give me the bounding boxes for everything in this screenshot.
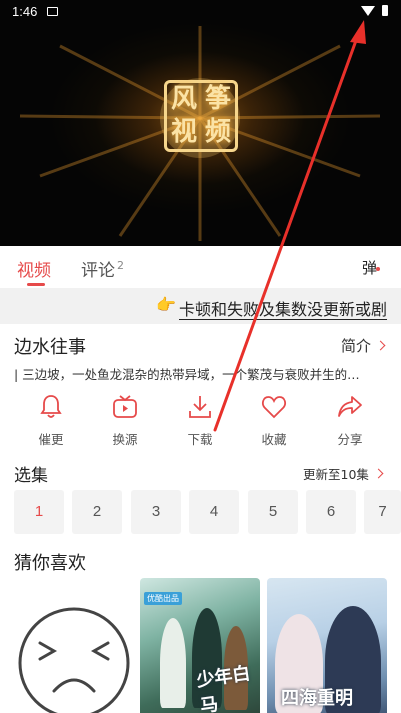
recommend-title: 猜你喜欢 — [14, 553, 86, 574]
share-icon — [338, 396, 362, 417]
logo-char: 风 — [170, 84, 197, 114]
sad-face-icon — [18, 607, 130, 713]
tv-icon — [113, 395, 137, 418]
recommend-poster[interactable]: 四海重明 — [267, 578, 387, 713]
notice-banner[interactable]: 👉 卡顿和失败及集数没更新或剧 — [0, 288, 401, 324]
status-bar: 1:46 — [0, 0, 401, 26]
action-label: 换源 — [112, 432, 138, 447]
logo-char: 视 — [170, 117, 197, 147]
heart-icon — [262, 396, 286, 419]
intro-button[interactable]: 简介 — [341, 335, 386, 356]
episode-item[interactable]: 6 — [306, 490, 356, 534]
poster-title-art: 少年白马 — [195, 663, 252, 713]
chevron-right-icon — [373, 468, 384, 479]
poster-figure — [160, 618, 186, 708]
notice-text: 卡顿和失败及集数没更新或剧 — [179, 300, 388, 319]
switch-source-button[interactable]: 换源 — [95, 394, 155, 448]
logo-char: 筝 — [204, 84, 231, 114]
episode-item[interactable]: 3 — [131, 490, 181, 534]
wifi-icon — [361, 6, 375, 16]
poster-title-art: 四海重明 — [281, 688, 353, 709]
share-button[interactable]: 分享 — [320, 394, 380, 448]
episode-item[interactable]: 1 — [14, 490, 64, 534]
action-label: 收藏 — [261, 432, 287, 447]
tab-comments[interactable]: 评论 2 — [81, 256, 124, 281]
remind-update-button[interactable]: 催更 — [21, 394, 81, 448]
action-label: 下载 — [187, 432, 213, 447]
favorite-button[interactable]: 收藏 — [244, 394, 304, 448]
danmu-dot — [376, 267, 380, 271]
app-screen: 风 筝 视 频 1:46 视频 评论 2 弹 👉 卡顿和失败及集数没更新或剧 边水… — [0, 0, 401, 713]
tab-bar: 视频 评论 2 弹 — [0, 246, 401, 288]
download-icon — [189, 396, 211, 418]
download-button[interactable]: 下载 — [170, 394, 230, 448]
episode-item[interactable]: 2 — [72, 490, 122, 534]
episode-item[interactable]: 4 — [189, 490, 239, 534]
episodes-title: 选集 — [14, 466, 48, 486]
video-player[interactable]: 风 筝 视 频 1:46 — [0, 0, 401, 246]
logo-char: 频 — [204, 117, 231, 147]
action-label: 催更 — [38, 432, 64, 447]
show-title: 边水往事 — [14, 337, 86, 358]
pointing-hand-icon: 👉 — [156, 295, 176, 314]
active-tab-indicator — [27, 283, 45, 286]
status-time: 1:46 — [12, 4, 38, 19]
bell-icon — [40, 395, 62, 418]
tab-comments-label: 评论 — [81, 261, 115, 281]
show-description: | 三边坡，一处鱼龙混杂的热带异域，一个繁茂与衰败并生的… — [14, 367, 360, 382]
danmu-toggle-button[interactable]: 弹 — [362, 257, 377, 278]
episodes-more-button[interactable]: 更新至10集 — [303, 464, 384, 483]
chevron-right-icon — [375, 340, 386, 351]
notification-icon — [47, 7, 58, 16]
episode-item[interactable]: 5 — [248, 490, 298, 534]
poster-badge: 优酷出品 — [144, 592, 182, 605]
episodes-more-label: 更新至10集 — [303, 467, 369, 482]
recommend-poster[interactable]: 优酷出品 少年白马 — [140, 578, 260, 713]
comment-count: 2 — [117, 259, 124, 273]
intro-label: 简介 — [341, 337, 372, 355]
action-label: 分享 — [337, 432, 363, 447]
app-logo: 风 筝 视 频 — [164, 80, 238, 152]
episode-item[interactable]: 7 — [364, 490, 401, 534]
tab-video[interactable]: 视频 — [17, 256, 51, 281]
battery-icon — [382, 5, 388, 16]
